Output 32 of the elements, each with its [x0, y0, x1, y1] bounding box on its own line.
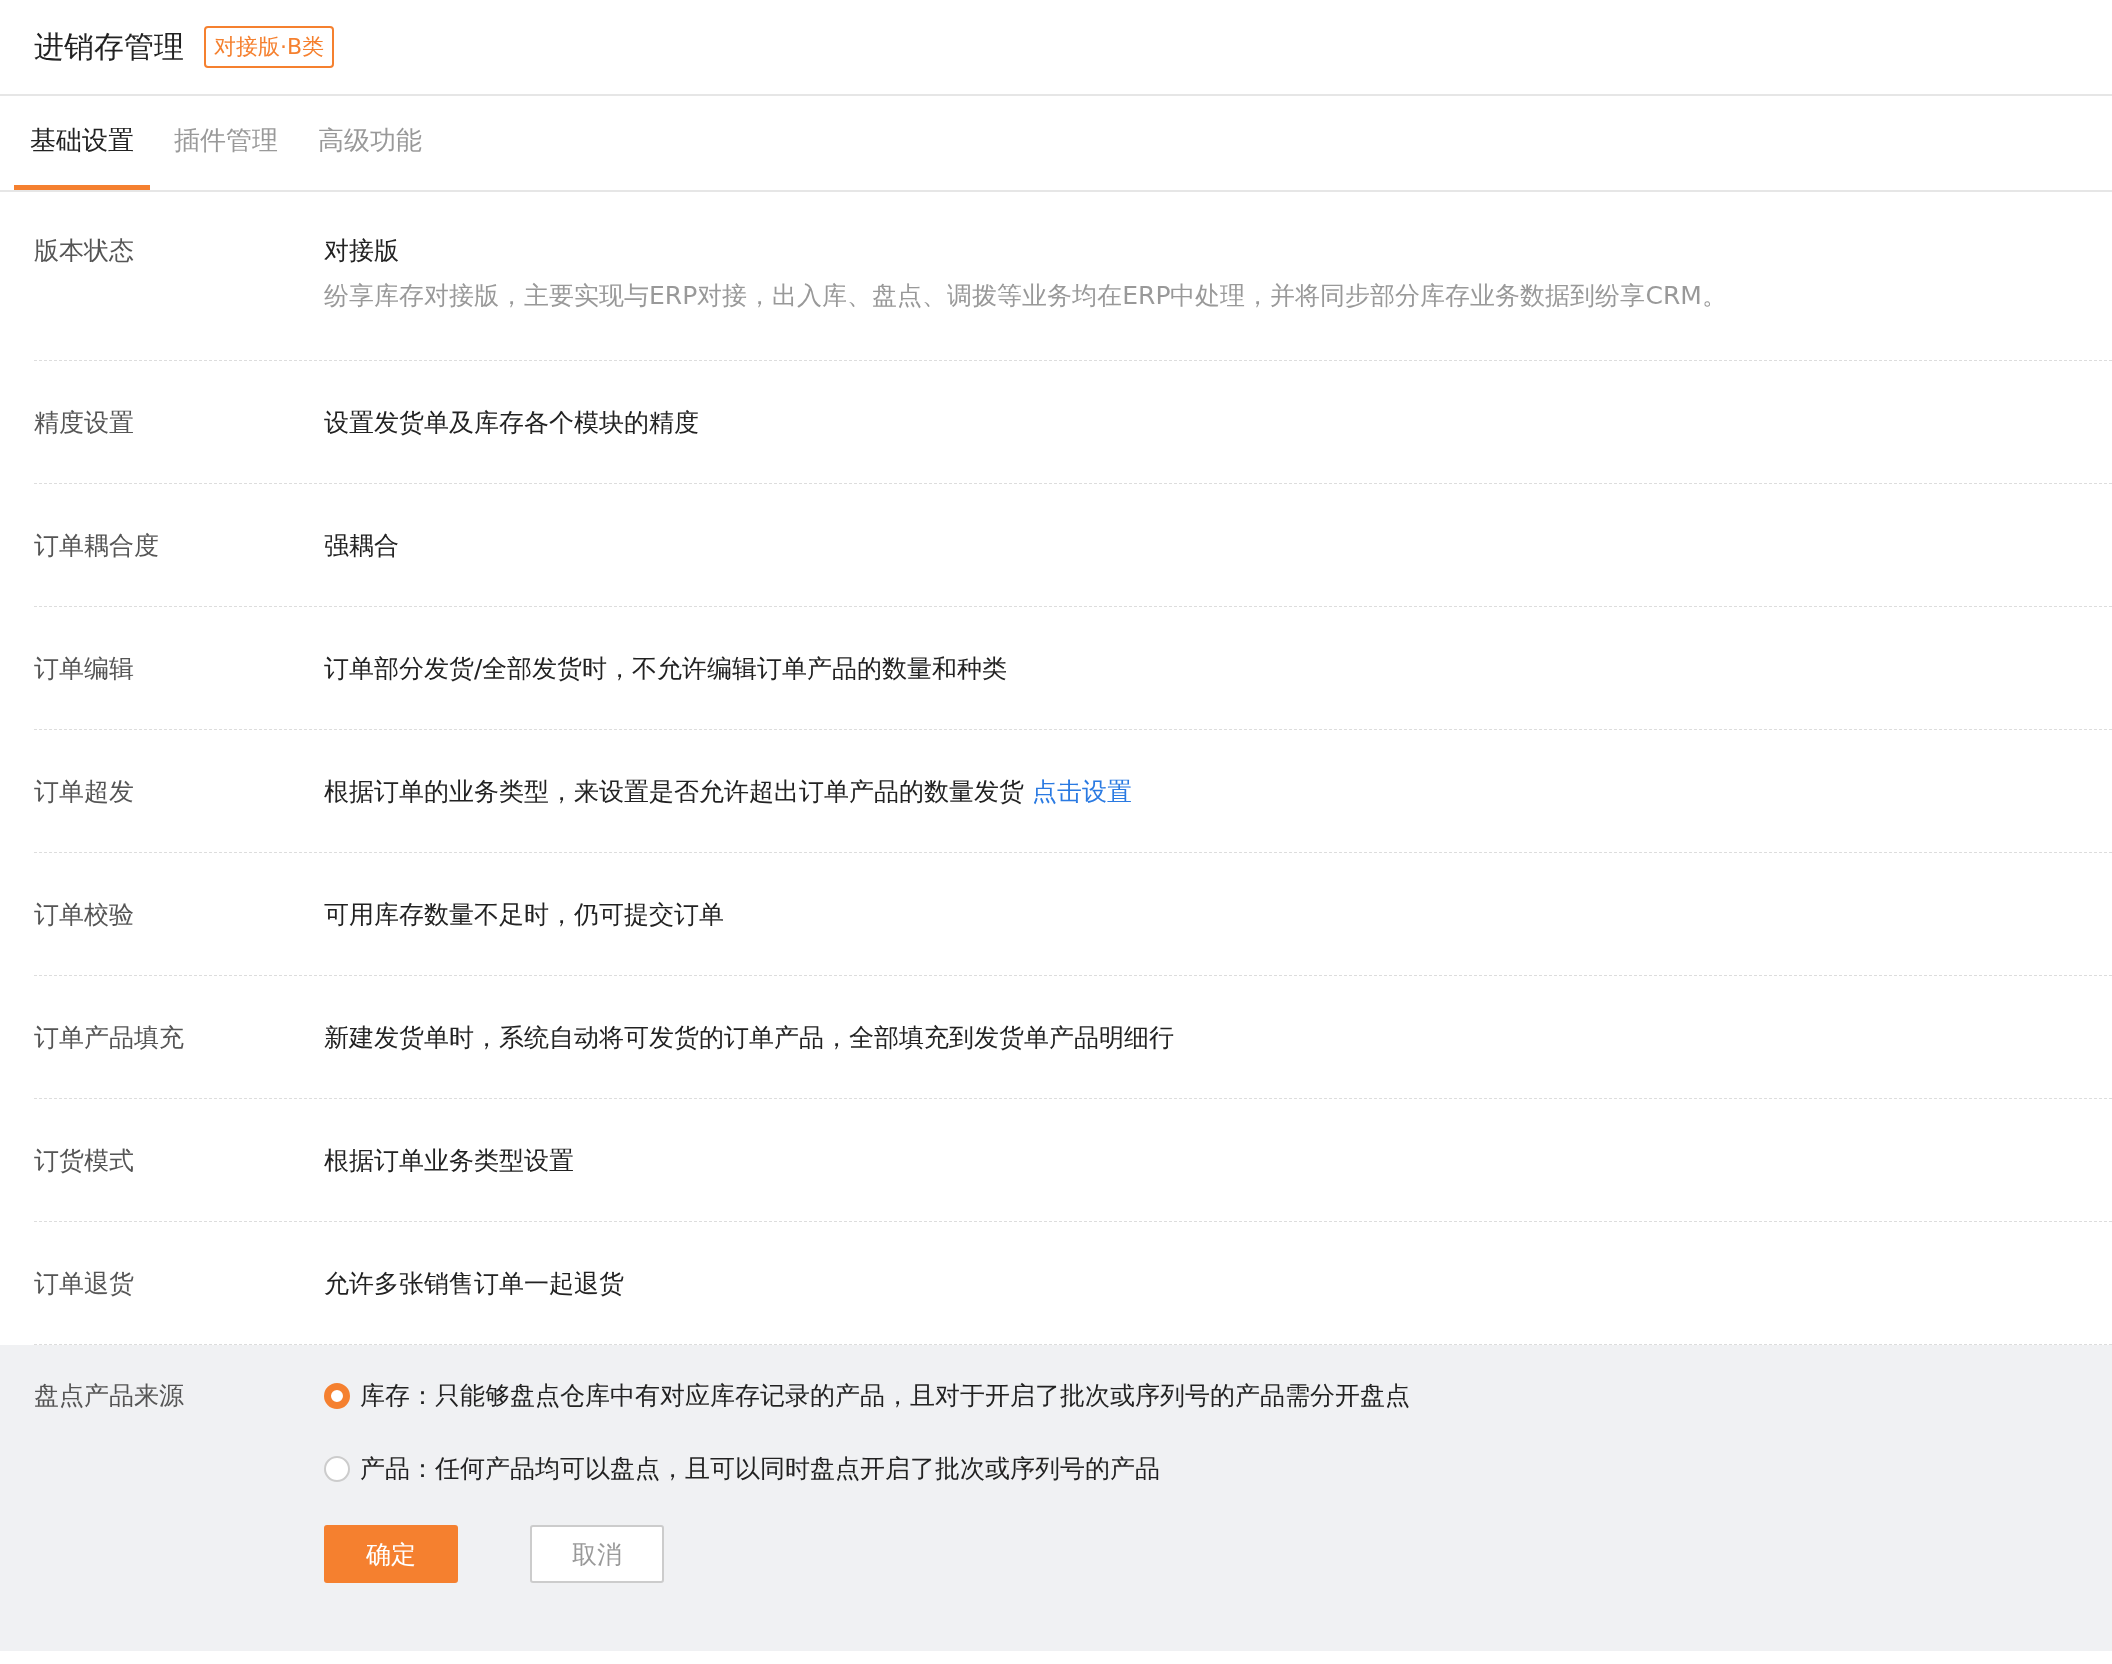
version-badge: 对接版·B类 [204, 26, 335, 68]
setting-value: 新建发货单时，系统自动将可发货的订单产品，全部填充到发货单产品明细行 [324, 1021, 1174, 1054]
setting-label: 订单退货 [34, 1267, 135, 1300]
tab[interactable]: 基础设置 [14, 96, 150, 190]
setting-value: 设置发货单及库存各个模块的精度 [324, 406, 699, 439]
setting-label: 订单编辑 [34, 652, 135, 685]
setting-value: 根据订单的业务类型，来设置是否允许超出订单产品的数量发货 点击设置 [324, 775, 1132, 808]
setting-value: 根据订单业务类型设置 [324, 1144, 574, 1177]
cancel-button[interactable]: 取消 [530, 1525, 664, 1583]
setting-label: 订单产品填充 [34, 1021, 185, 1054]
setting-description: 纷享库存对接版，主要实现与ERP对接，出入库、盘点、调拨等业务均在ERP中处理，并将同步部分库存业务数据到纷享CRM。 [324, 280, 1727, 312]
setting-label: 订单耦合度 [34, 529, 160, 562]
setting-label: 订单超发 [34, 775, 135, 808]
setting-value: 可用库存数量不足时，仍可提交订单 [324, 898, 724, 931]
settings-link[interactable]: 点击设置 [1032, 776, 1132, 806]
tab[interactable]: 高级功能 [302, 96, 438, 190]
radio-label[interactable]: 库存：只能够盘点仓库中有对应库存记录的产品，且对于开启了批次或序列号的产品需分开盘点 [360, 1379, 1410, 1412]
setting-value: 对接版 [324, 235, 400, 267]
setting-label: 版本状态 [34, 235, 135, 267]
tab[interactable]: 插件管理 [158, 96, 294, 190]
confirm-button[interactable]: 确定 [324, 1525, 458, 1583]
radio-label[interactable]: 产品：任何产品均可以盘点，且可以同时盘点开启了批次或序列号的产品 [360, 1452, 1160, 1485]
page-title: 进销存管理 [34, 27, 184, 66]
setting-label: 订货模式 [34, 1144, 135, 1177]
setting-value: 允许多张销售订单一起退货 [324, 1267, 624, 1300]
radio-button[interactable] [324, 1455, 350, 1482]
setting-label: 精度设置 [34, 406, 135, 439]
setting-value: 订单部分发货/全部发货时，不允许编辑订单产品的数量和种类 [324, 652, 1008, 685]
setting-value: 强耦合 [324, 529, 399, 562]
radio-button[interactable] [324, 1382, 350, 1409]
setting-label: 盘点产品来源 [34, 1380, 185, 1412]
setting-label: 订单校验 [34, 898, 135, 931]
